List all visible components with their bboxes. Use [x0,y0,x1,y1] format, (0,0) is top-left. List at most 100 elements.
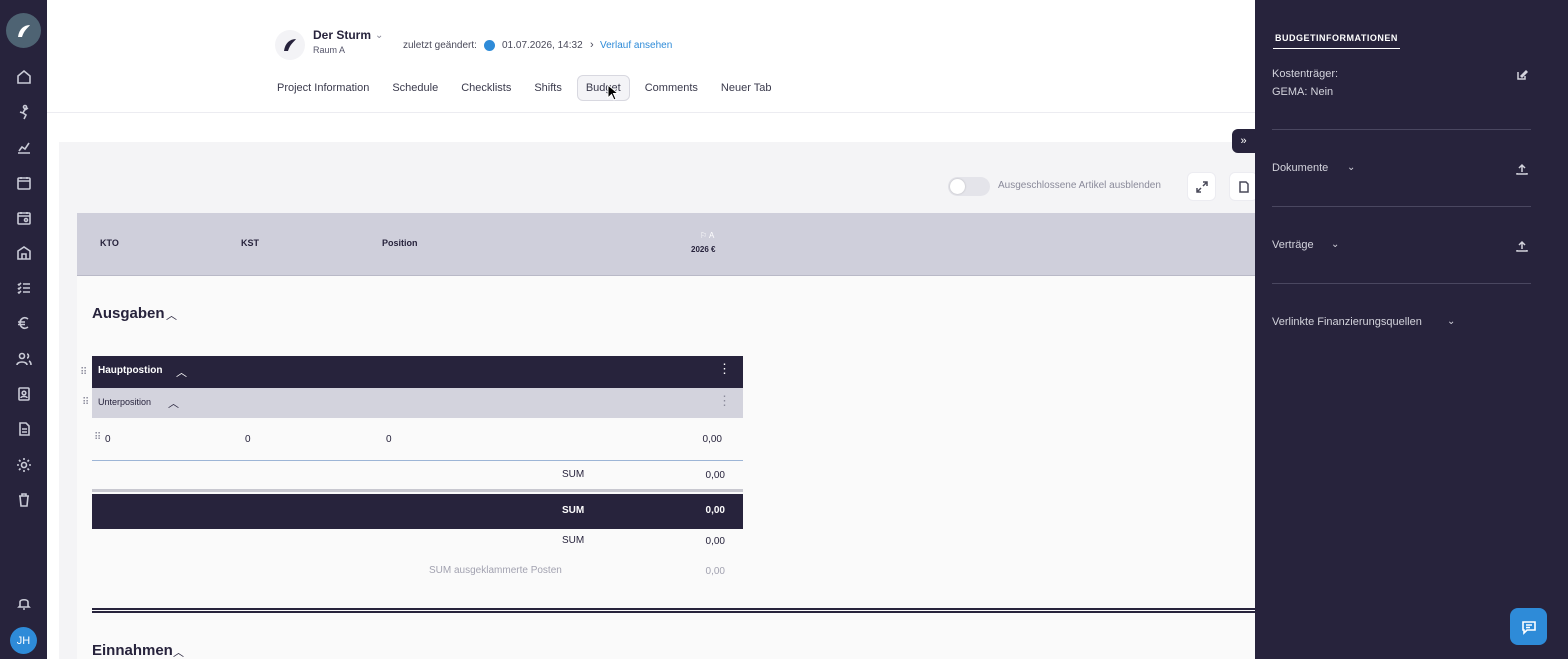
col-position[interactable]: Position [382,238,418,248]
app-logo[interactable] [6,13,41,48]
drag-handle-icon[interactable]: ⠿ [80,367,87,378]
nav-rail: JH [0,0,47,659]
tab-budget[interactable]: Budget [576,74,630,101]
budget-info-sidebar: BUDGETINFORMATIONEN Kostenträger: GEMA: … [1255,0,1568,659]
upload-icon[interactable] [1516,239,1528,252]
euro-icon[interactable] [13,312,34,333]
sum-value: 0,00 [705,470,725,481]
tab-schedule[interactable]: Schedule [384,76,446,100]
project-logo [275,30,305,60]
more-icon[interactable]: ⋮ [718,362,731,375]
col-kst[interactable]: KST [241,238,259,248]
users-icon[interactable] [13,348,34,369]
cell-kst[interactable]: 0 [245,434,251,445]
table-body: Ausgaben ︿ ⠿ Hauptpostion ︿ ⋮ ⠿ Unterpos… [77,276,1255,659]
building-icon[interactable] [13,242,34,263]
trash-icon[interactable] [13,489,34,510]
section-income[interactable]: Einnahmen [92,642,173,659]
history-link[interactable]: Verlauf ansehen [600,40,672,51]
drag-handle-icon[interactable]: ⠿ [94,432,101,443]
gear-icon[interactable] [13,454,34,475]
table-header: KTO KST Position ⚐ A 2026 € [77,213,1255,276]
tab-bar: Project Information Schedule Checklists … [269,74,786,101]
linked-funding-heading[interactable]: Verlinkte Finanzierungsquellen [1272,316,1422,328]
tab-project-information[interactable]: Project Information [269,76,377,100]
divider [1272,129,1531,130]
sum-excluded-value: 0,00 [705,566,725,577]
table-row[interactable]: ⠿ 0 0 0 0,00 [92,424,743,461]
divider [1272,283,1531,284]
project-header: Der Sturm ⌄ Raum A zuletzt geändert: 01.… [47,0,1255,113]
chevron-up-icon[interactable]: ︿ [173,644,184,659]
cell-position[interactable]: 0 [386,434,392,445]
main-position-label: Hauptpostion [98,365,163,376]
project-room: Raum A [313,45,346,55]
sum-excluded-label: SUM ausgeklammerte Posten [429,565,562,576]
dance-icon[interactable] [13,101,34,122]
sub-position-label: Unterposition [98,397,152,407]
contracts-heading[interactable]: Verträge [1272,239,1314,251]
chevron-up-icon[interactable]: ︿ [168,395,179,411]
chevron-down-icon[interactable]: ⌄ [1447,316,1455,327]
collapse-sidebar-button[interactable]: » [1232,129,1255,153]
section-divider [92,608,1255,613]
file-icon [1238,180,1249,193]
chat-icon [1521,620,1536,635]
expand-button[interactable] [1187,172,1216,201]
sum-row-excluded: SUM ausgeklammerte Posten 0,00 [92,559,743,589]
col-year[interactable]: 2026 € [691,245,715,254]
cell-kto[interactable]: 0 [105,434,111,445]
chevron-up-icon[interactable]: ︿ [176,364,187,380]
tab-checklists[interactable]: Checklists [453,76,519,100]
edit-icon[interactable] [1516,68,1529,80]
budget-area: Ausgeschlossene Artikel ausblenden KTO K… [59,142,1258,659]
cell-value[interactable]: 0,00 [703,434,722,445]
app: JH Der Sturm ⌄ Raum A zuletzt geändert: … [0,0,1568,659]
checklist-icon[interactable] [13,277,34,298]
tab-new[interactable]: Neuer Tab [713,76,780,100]
exclude-toggle-label: Ausgeschlossene Artikel ausblenden [998,180,1161,191]
avatar[interactable]: JH [10,627,37,654]
sum-value: 0,00 [705,505,725,516]
sidebar-title[interactable]: BUDGETINFORMATIONEN [1273,31,1400,49]
documents-heading[interactable]: Dokumente [1272,162,1328,174]
contacts-icon[interactable] [13,383,34,404]
calendar-clock-icon[interactable] [13,172,34,193]
chevron-down-icon[interactable]: ⌄ [1347,162,1355,173]
export-button[interactable] [1229,172,1258,201]
gema-label: GEMA: Nein [1272,86,1334,98]
sum-row-sub: SUM 0,00 [92,461,743,492]
chevron-down-icon[interactable]: ⌄ [1331,239,1339,250]
upload-icon[interactable] [1516,162,1528,175]
drag-handle-icon[interactable]: ⠿ [82,397,89,408]
changed-date: 01.07.2026, 14:32 [502,40,583,51]
chart-icon[interactable] [13,136,34,157]
sub-position-row[interactable]: Unterposition ︿ ⋮ [92,388,743,418]
chevron-right-icon: › [590,39,594,51]
sum-value: 0,00 [705,536,725,547]
chevron-down-icon[interactable]: ⌄ [375,30,383,41]
home-icon[interactable] [13,66,34,87]
sum-label: SUM [562,505,585,516]
calendar-user-icon[interactable] [13,207,34,228]
project-name[interactable]: Der Sturm [313,28,371,42]
sum-label: SUM [562,469,585,480]
flag-icon[interactable]: ⚐ A [700,231,714,240]
chevron-up-icon[interactable]: ︿ [166,307,177,323]
more-icon[interactable]: ⋮ [718,394,731,407]
tab-comments[interactable]: Comments [637,76,706,100]
tab-shifts[interactable]: Shifts [526,76,570,100]
chat-button[interactable] [1510,608,1547,645]
section-expenses[interactable]: Ausgaben [92,305,165,322]
document-icon[interactable] [13,418,34,439]
bell-icon[interactable] [13,592,34,613]
cost-bearer-label: Kostenträger: [1272,68,1339,80]
changed-label: zuletzt geändert: [403,40,477,51]
main-position-row[interactable]: Hauptpostion ︿ ⋮ [92,356,743,388]
expand-icon [1195,180,1208,193]
col-kto[interactable]: KTO [100,238,119,248]
mouse-cursor-icon [607,84,620,101]
exclude-toggle[interactable] [948,177,990,196]
sum-row-total: SUM 0,00 [92,529,743,559]
toggle-knob [950,179,965,194]
